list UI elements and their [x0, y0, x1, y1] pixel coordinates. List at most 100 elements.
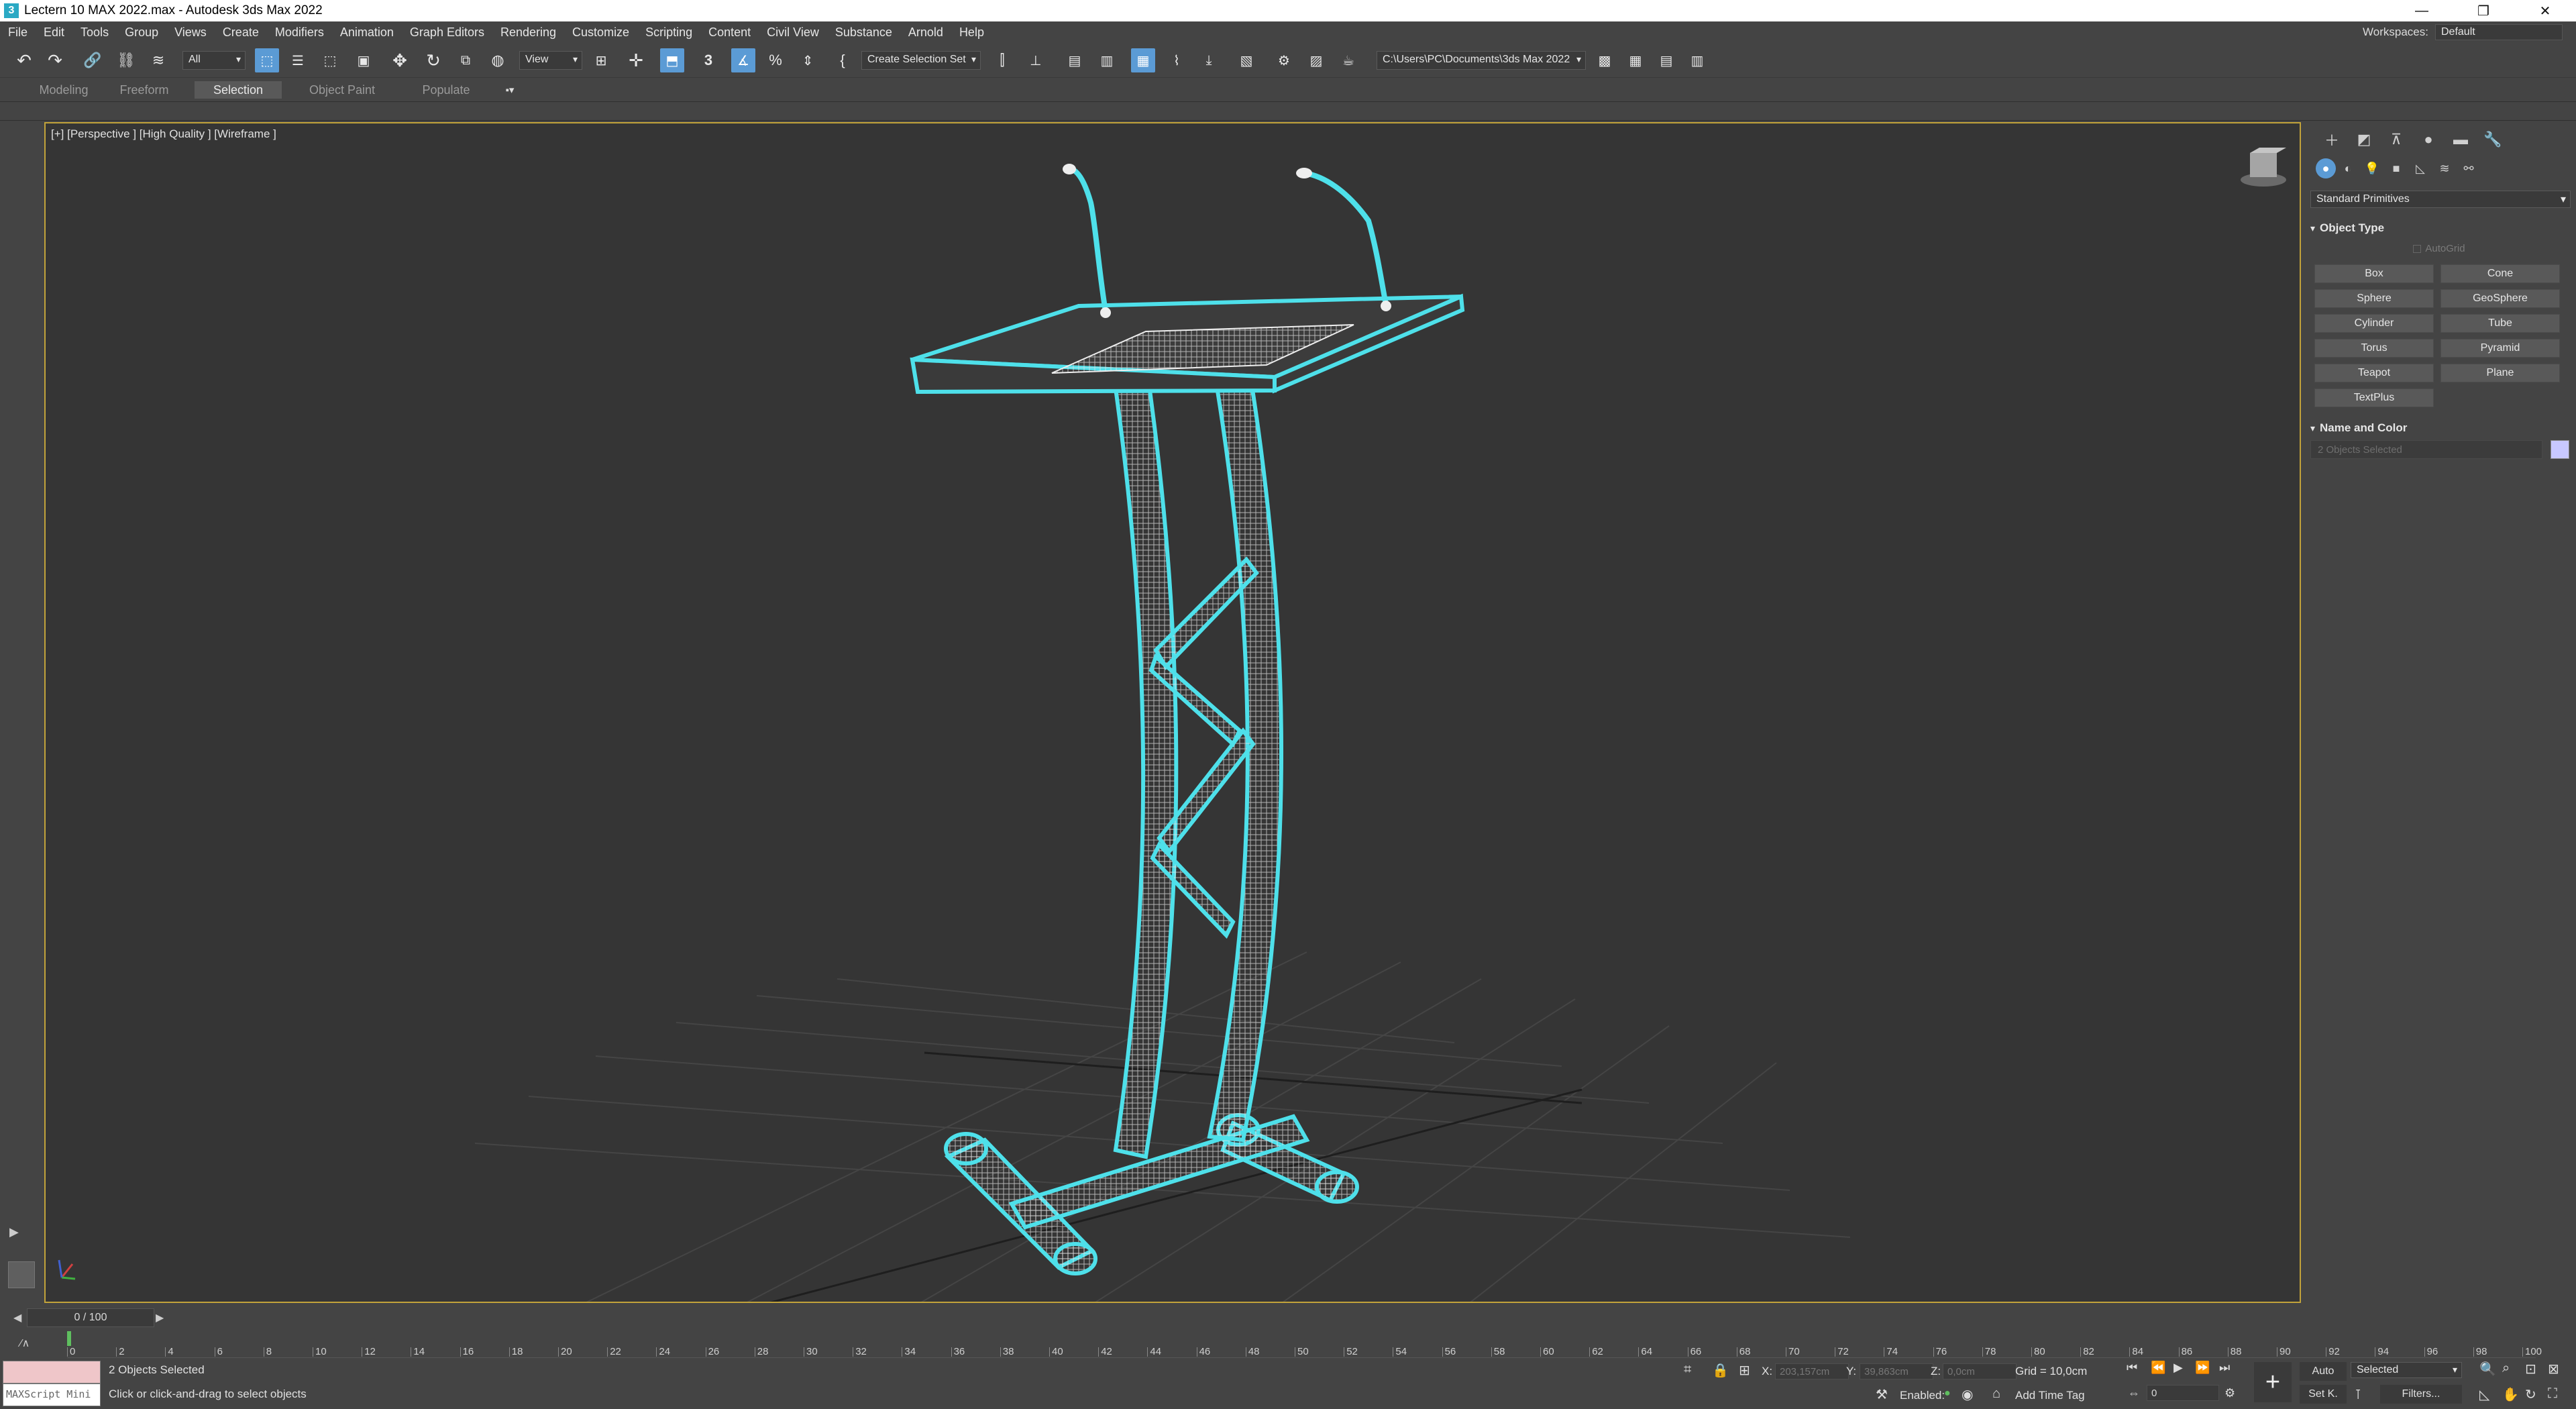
rectangular-selection-icon[interactable]: ⬚: [318, 48, 342, 72]
material-editor-icon[interactable]: ▧: [1234, 48, 1258, 72]
menu-file[interactable]: File: [0, 21, 36, 43]
helpers-icon[interactable]: ◺: [2408, 158, 2432, 178]
next-key-icon[interactable]: ⏩: [2195, 1361, 2210, 1375]
pyramid-button[interactable]: Pyramid: [2440, 339, 2560, 358]
hierarchy-tab-icon[interactable]: ⊼: [2380, 129, 2412, 150]
tab-object-paint[interactable]: Object Paint: [295, 81, 389, 99]
ribbon-options-icon[interactable]: ▪▾: [496, 81, 523, 99]
add-time-tag-button[interactable]: Add Time Tag: [2015, 1389, 2085, 1402]
time-tag-icon[interactable]: ⌂: [1992, 1386, 2000, 1402]
menu-customize[interactable]: Customize: [564, 21, 637, 43]
current-frame-field[interactable]: 0: [2147, 1385, 2219, 1401]
torus-button[interactable]: Torus: [2314, 339, 2434, 358]
menu-content[interactable]: Content: [700, 21, 759, 43]
reference-coordinate-dropdown[interactable]: View: [519, 51, 582, 70]
menu-edit[interactable]: Edit: [36, 21, 72, 43]
render-production-icon[interactable]: ☕: [1336, 48, 1360, 72]
edit-named-selection-icon[interactable]: {: [830, 48, 855, 72]
play-icon[interactable]: ▶: [2174, 1361, 2183, 1375]
project-settings-icon[interactable]: ▥: [1685, 48, 1709, 72]
pan-view-icon[interactable]: ✋: [2502, 1386, 2519, 1403]
maxscript-listener[interactable]: MAXScript Mini: [3, 1361, 101, 1406]
systems-icon[interactable]: ⚯: [2457, 158, 2481, 178]
tab-freeform[interactable]: Freeform: [107, 81, 181, 99]
selection-filter-dropdown[interactable]: All: [182, 51, 246, 70]
menu-help[interactable]: Help: [951, 21, 992, 43]
menu-modifiers[interactable]: Modifiers: [267, 21, 332, 43]
scale-icon[interactable]: ⧉: [453, 48, 478, 72]
rendered-frame-window-icon[interactable]: ▨: [1304, 48, 1328, 72]
filters-button[interactable]: Filters...: [2380, 1385, 2462, 1404]
align-icon[interactable]: ⊥: [1024, 48, 1048, 72]
absolute-mode-icon[interactable]: ⊞: [1739, 1362, 1750, 1379]
go-to-end-icon[interactable]: ⏭: [2219, 1361, 2230, 1375]
sphere-button[interactable]: Sphere: [2314, 289, 2434, 308]
select-manipulate-icon[interactable]: ✛: [624, 48, 648, 72]
current-time-marker[interactable]: [67, 1331, 71, 1346]
menu-create[interactable]: Create: [215, 21, 267, 43]
key-filter-dropdown[interactable]: Selected: [2351, 1362, 2462, 1378]
tube-button[interactable]: Tube: [2440, 314, 2560, 333]
geometry-category-dropdown[interactable]: Standard Primitives: [2310, 191, 2571, 208]
cylinder-button[interactable]: Cylinder: [2314, 314, 2434, 333]
key-filters-icon[interactable]: ⊺: [2355, 1386, 2361, 1403]
layer-explorer-icon[interactable]: ▥: [1095, 48, 1119, 72]
workspaces-dropdown[interactable]: Default: [2435, 24, 2563, 40]
viewport-label-menu[interactable]: [+] [Perspective ] [High Quality ] [Wire…: [51, 127, 276, 141]
menu-views[interactable]: Views: [166, 21, 215, 43]
tab-selection[interactable]: Selection: [195, 81, 282, 99]
open-project-icon[interactable]: ▦: [1623, 48, 1648, 72]
zoom-extents-icon[interactable]: ⊡: [2525, 1361, 2536, 1377]
adaptive-degradation-icon[interactable]: ⚒: [1876, 1386, 1888, 1403]
next-frame-icon[interactable]: ▶: [156, 1311, 164, 1324]
track-bar[interactable]: ⁄∧ 0 2 4 6 8 10 12 14 16 18 20 22 24 26 28 30 32 34 36 38 40…: [0, 1331, 2576, 1358]
time-slider[interactable]: 0 / 100: [27, 1308, 154, 1327]
box-button[interactable]: Box: [2314, 264, 2434, 283]
utilities-tab-icon[interactable]: 🔧: [2477, 129, 2509, 150]
display-tab-icon[interactable]: ▬: [2445, 129, 2477, 150]
zoom-all-icon[interactable]: ⌕: [2502, 1361, 2510, 1376]
bind-space-warp-icon[interactable]: ≋: [146, 48, 170, 72]
field-of-view-icon[interactable]: ◺: [2479, 1386, 2489, 1403]
maxscript-output[interactable]: [3, 1361, 101, 1384]
modify-tab-icon[interactable]: ◩: [2348, 129, 2380, 150]
geosphere-button[interactable]: GeoSphere: [2440, 289, 2560, 308]
name-and-color-rollout[interactable]: Name and Color: [2310, 419, 2571, 437]
unlink-icon[interactable]: ⛓: [114, 48, 138, 72]
menu-substance[interactable]: Substance: [827, 21, 900, 43]
cone-button[interactable]: Cone: [2440, 264, 2560, 283]
set-key-button[interactable]: Set K.: [2300, 1385, 2347, 1404]
object-type-rollout[interactable]: Object Type: [2310, 219, 2571, 238]
key-mode-icon[interactable]: ⇔: [2128, 1386, 2140, 1400]
previous-frame-icon[interactable]: ◀: [13, 1311, 21, 1324]
3dsmax-app-icon[interactable]: 3: [4, 3, 19, 18]
menu-scripting[interactable]: Scripting: [637, 21, 700, 43]
tab-populate[interactable]: Populate: [402, 81, 490, 99]
select-by-name-icon[interactable]: ☰: [286, 48, 310, 72]
redo-icon[interactable]: ↷: [43, 48, 67, 72]
render-setup-icon[interactable]: ⚙: [1272, 48, 1296, 72]
enabled-toggle-icon[interactable]: ◉: [1962, 1386, 1973, 1403]
enabled-status-icon[interactable]: ●: [1944, 1388, 1951, 1400]
previous-key-icon[interactable]: ⏪: [2151, 1361, 2165, 1375]
window-crossing-icon[interactable]: ▣: [352, 48, 376, 72]
default-in-out-tangents-icon[interactable]: +: [2254, 1362, 2292, 1402]
percent-snap-icon[interactable]: %: [763, 48, 788, 72]
schematic-view-icon[interactable]: ⤓: [1197, 48, 1221, 72]
go-to-start-icon[interactable]: ⏮: [2127, 1361, 2137, 1375]
mirror-icon[interactable]: ⫿: [990, 48, 1014, 72]
mini-curve-editor-icon[interactable]: ⁄∧: [20, 1337, 30, 1350]
scene-explorer-icon[interactable]: ▤: [1063, 48, 1087, 72]
close-button[interactable]: ✕: [2514, 0, 2576, 21]
shapes-icon[interactable]: ◐: [2336, 158, 2360, 178]
menu-civil-view[interactable]: Civil View: [759, 21, 827, 43]
motion-tab-icon[interactable]: ●: [2412, 129, 2445, 150]
menu-graph-editors[interactable]: Graph Editors: [402, 21, 492, 43]
angle-snap-icon[interactable]: ∡: [731, 48, 755, 72]
menu-group[interactable]: Group: [117, 21, 166, 43]
isolate-selection-icon[interactable]: ⌗: [1684, 1362, 1691, 1377]
textplus-button[interactable]: TextPlus: [2314, 388, 2434, 407]
auto-key-button[interactable]: Auto: [2300, 1362, 2347, 1381]
move-icon[interactable]: ✥: [388, 48, 412, 72]
zoom-icon[interactable]: 🔍: [2479, 1361, 2496, 1377]
